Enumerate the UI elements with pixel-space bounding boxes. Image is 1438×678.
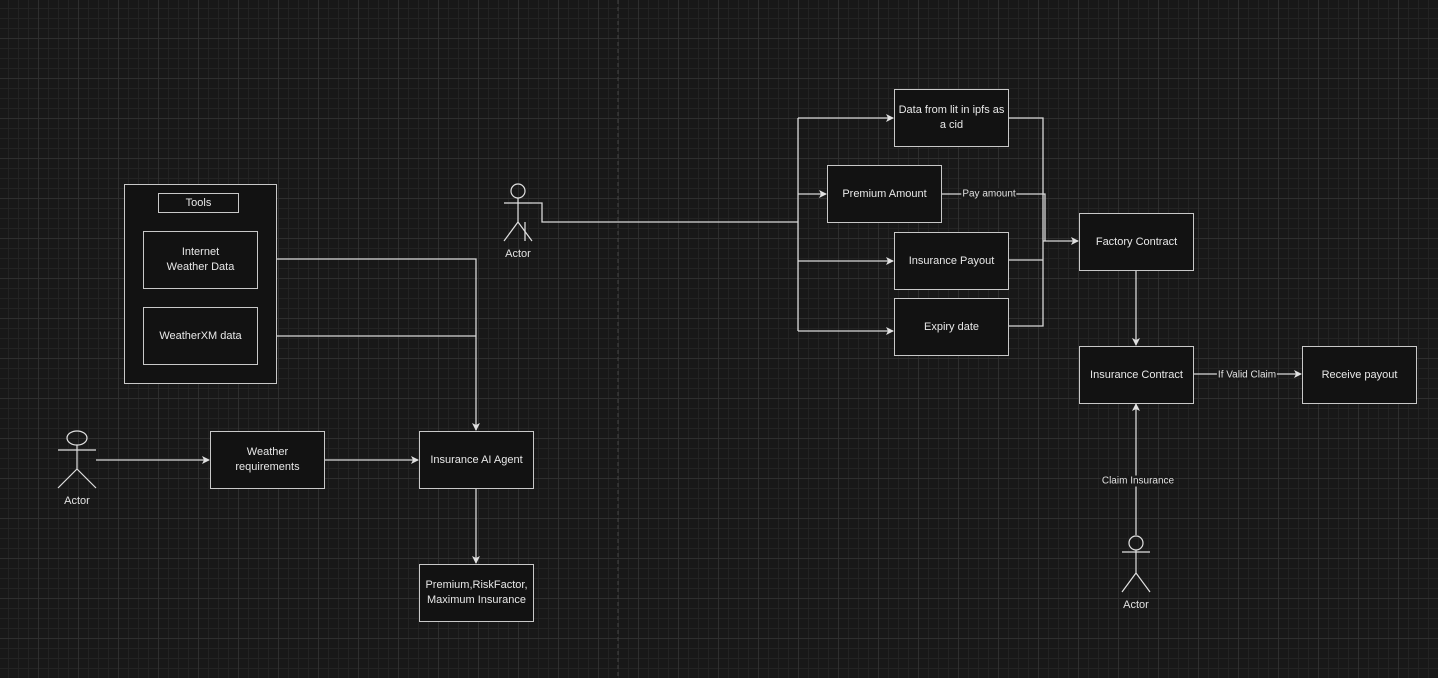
diagram-canvas[interactable]: Tools Internet Weather Data WeatherXM da… — [0, 0, 1438, 678]
weatherxm-data-node[interactable]: WeatherXM data — [143, 307, 258, 365]
edge-label-if-valid-claim: If Valid Claim — [1216, 369, 1278, 381]
actor-icon-right[interactable] — [1121, 535, 1151, 593]
internet-weather-data-node[interactable]: Internet Weather Data — [143, 231, 258, 289]
weather-requirements-node[interactable]: Weather requirements — [210, 431, 325, 489]
edge-actor-to-trunk[interactable] — [524, 202, 798, 241]
factory-contract-node[interactable]: Factory Contract — [1079, 213, 1194, 271]
edge-label-claim-insurance: Claim Insurance — [1100, 475, 1176, 487]
actor-icon-middle[interactable] — [503, 183, 533, 242]
insurance-payout-node[interactable]: Insurance Payout — [894, 232, 1009, 290]
edge-expiry-to-factory[interactable] — [1008, 241, 1044, 327]
receive-payout-node[interactable]: Receive payout — [1302, 346, 1417, 404]
expiry-date-node[interactable]: Expiry date — [894, 298, 1009, 356]
premium-amount-node[interactable]: Premium Amount — [827, 165, 942, 223]
insurance-contract-node[interactable]: Insurance Contract — [1079, 346, 1194, 404]
insurance-ai-agent-node[interactable]: Insurance AI Agent — [419, 431, 534, 489]
actor-label-right: Actor — [1123, 599, 1149, 611]
lit-data-node[interactable]: Data from lit in ipfs as a cid — [894, 89, 1009, 147]
tools-title[interactable]: Tools — [158, 193, 239, 213]
ai-output-node[interactable]: Premium,RiskFactor, Maximum Insurance — [419, 564, 534, 622]
actor-label-left: Actor — [64, 495, 90, 507]
actor-icon-left[interactable] — [57, 430, 97, 489]
edge-label-pay-amount: Pay amount — [961, 188, 1017, 200]
actor-label-middle: Actor — [505, 248, 531, 260]
edge-internet-to-agent[interactable] — [257, 258, 480, 431]
edge-lit-to-factory[interactable] — [1008, 117, 1044, 241]
